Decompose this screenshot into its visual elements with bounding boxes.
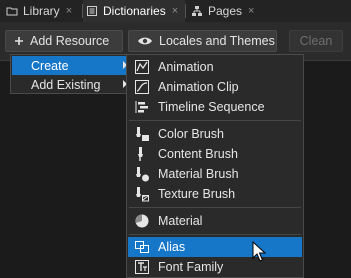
material-brush-icon <box>136 167 149 182</box>
add-resource-button[interactable]: Add Resource <box>5 30 123 52</box>
submenu-item-label: Texture Brush <box>158 187 236 201</box>
submenu-item-label: Font Family <box>158 260 224 274</box>
menu-separator <box>129 234 301 235</box>
font-family-icon <box>135 260 149 274</box>
add-resource-label: Add Resource <box>30 34 110 48</box>
submenu-item-timeline-sequence[interactable]: Timeline Sequence <box>128 97 302 117</box>
submenu-item-label: Material Brush <box>158 167 239 181</box>
submenu-item-label: Color Brush <box>158 127 224 141</box>
eye-icon <box>138 37 152 45</box>
tab-pages-close-icon[interactable]: × <box>248 5 254 17</box>
tab-dictionaries[interactable]: Dictionaries × <box>83 0 185 22</box>
submenu-item-material-brush[interactable]: Material Brush <box>128 164 302 184</box>
submenu-item-label: Material <box>158 214 203 228</box>
menu-separator <box>129 207 301 208</box>
animation-clip-icon <box>135 80 149 94</box>
tab-library[interactable]: Library × <box>0 0 82 22</box>
tab-strip: Library × Dictionaries × Pages × <box>0 0 351 22</box>
submenu-item-label: Animation <box>158 60 214 74</box>
submenu-item-animation[interactable]: Animation <box>128 57 302 77</box>
submenu-item-label: Content Brush <box>158 147 238 161</box>
menu-separator <box>129 120 301 121</box>
pages-icon <box>192 6 202 16</box>
submenu-item-animation-clip[interactable]: Animation Clip <box>128 77 302 97</box>
submenu-item-content-brush[interactable]: Content Brush <box>128 144 302 164</box>
tab-dictionaries-close-icon[interactable]: × <box>172 5 178 17</box>
color-brush-icon <box>136 127 149 141</box>
dictionary-icon <box>87 6 97 16</box>
tab-library-close-icon[interactable]: × <box>66 5 72 17</box>
submenu-item-texture-brush[interactable]: Texture Brush <box>128 184 302 204</box>
menu-item-add-existing[interactable]: Add Existing <box>12 75 133 94</box>
material-icon <box>135 214 149 228</box>
submenu-item-label: Timeline Sequence <box>158 100 265 114</box>
submenu-item-alias[interactable]: Alias <box>128 237 302 257</box>
clean-label: Clean <box>299 34 333 48</box>
animation-icon <box>135 60 149 74</box>
mouse-cursor-icon <box>252 241 266 262</box>
submenu-item-label: Animation Clip <box>158 80 239 94</box>
locales-and-themes-button[interactable]: Locales and Themes <box>128 30 277 52</box>
alias-icon <box>135 241 149 253</box>
tab-pages[interactable]: Pages × <box>186 0 260 22</box>
create-submenu: Animation Animation Clip Timeline Sequen… <box>126 54 304 278</box>
plus-icon <box>15 37 23 45</box>
submenu-item-material[interactable]: Material <box>128 211 302 231</box>
add-resource-menu: Create Add Existing <box>10 54 135 94</box>
folder-icon <box>6 7 18 16</box>
content-brush-icon <box>138 147 143 161</box>
submenu-item-font-family[interactable]: Font Family <box>128 257 302 277</box>
tab-pages-label: Pages <box>208 4 243 18</box>
submenu-item-color-brush[interactable]: Color Brush <box>128 124 302 144</box>
tab-library-label: Library <box>23 4 60 18</box>
tab-dictionaries-label: Dictionaries <box>103 4 166 18</box>
locales-and-themes-label: Locales and Themes <box>159 34 275 48</box>
timeline-sequence-icon <box>135 101 148 113</box>
clean-button[interactable]: Clean <box>289 30 343 52</box>
texture-brush-icon <box>136 187 149 202</box>
menu-item-create[interactable]: Create <box>12 56 133 75</box>
menu-item-add-existing-label: Add Existing <box>31 77 101 92</box>
menu-item-create-label: Create <box>31 58 69 73</box>
submenu-item-label: Alias <box>158 240 186 254</box>
